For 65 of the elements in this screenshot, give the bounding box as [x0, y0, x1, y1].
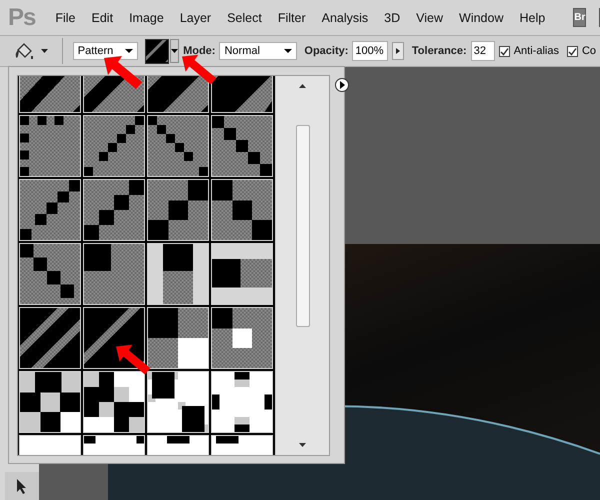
- pattern-swatch[interactable]: [83, 307, 145, 369]
- pattern-swatch[interactable]: [147, 115, 209, 177]
- checkbox-label: Co: [582, 45, 596, 57]
- menu-item[interactable]: File: [49, 10, 86, 24]
- pattern-swatch[interactable]: [211, 179, 273, 241]
- menu-item[interactable]: Select: [221, 10, 272, 24]
- menu-item[interactable]: Layer: [174, 10, 222, 24]
- arrow-right-icon: [396, 48, 400, 54]
- arrow-right-icon: [338, 81, 346, 89]
- scroll-thumb[interactable]: [296, 124, 310, 326]
- pointer-arrow: [116, 344, 152, 376]
- caret-icon: [41, 49, 48, 53]
- pattern-swatch[interactable]: [211, 371, 273, 433]
- tolerance-label: Tolerance:: [412, 45, 467, 57]
- paint-bucket-icon: [14, 41, 36, 61]
- pointer-icon[interactable]: [15, 478, 29, 496]
- pattern-swatch[interactable]: [147, 243, 209, 305]
- scroll-down-icon[interactable]: [299, 443, 306, 447]
- menu-item[interactable]: View: [410, 10, 454, 24]
- pattern-swatch[interactable]: [19, 179, 81, 241]
- mode-dropdown[interactable]: Normal: [219, 42, 298, 60]
- checkbox[interactable]: [498, 46, 510, 56]
- pattern-swatch[interactable]: [83, 371, 145, 433]
- menu-item[interactable]: 3D: [378, 10, 410, 24]
- checkbox[interactable]: [566, 46, 578, 56]
- pattern-swatch[interactable]: [19, 243, 81, 305]
- tool-preset-picker[interactable]: [14, 41, 48, 61]
- pointer-arrow: [104, 56, 144, 90]
- pattern-swatch[interactable]: [19, 115, 81, 177]
- pattern-swatch[interactable]: [147, 371, 209, 433]
- opacity-label: Opacity:: [304, 45, 348, 57]
- menu-item[interactable]: Image: [123, 10, 174, 24]
- menu-item[interactable]: Help: [514, 10, 556, 24]
- opacity-slider-button[interactable]: [392, 42, 404, 60]
- caret-icon: [171, 49, 178, 53]
- pattern-thumbnail: [146, 40, 168, 62]
- pattern-swatch[interactable]: [147, 307, 209, 369]
- fill-source-dropdown[interactable]: Pattern: [72, 42, 138, 60]
- bridge-button[interactable]: Br: [573, 8, 586, 27]
- opacity-field[interactable]: 100%: [352, 41, 388, 61]
- pattern-picker-button[interactable]: [170, 39, 180, 63]
- panel-menu-button[interactable]: [335, 78, 349, 92]
- caret-icon: [284, 49, 292, 53]
- pattern-swatch[interactable]: [83, 115, 145, 177]
- pattern-swatch[interactable]: [83, 179, 145, 241]
- menu-item[interactable]: Analysis: [316, 10, 378, 24]
- checkbox-label: Anti-alias: [514, 45, 559, 57]
- pattern-swatch[interactable]: [145, 38, 170, 64]
- menu-item[interactable]: Window: [453, 10, 514, 24]
- pattern-swatch[interactable]: [211, 307, 273, 369]
- pattern-swatch[interactable]: [83, 243, 145, 305]
- pattern-swatch[interactable]: [211, 115, 273, 177]
- tolerance-field[interactable]: 32: [470, 41, 495, 61]
- caret-icon: [125, 49, 134, 53]
- scrollbar[interactable]: [275, 76, 329, 455]
- pattern-swatch[interactable]: [19, 307, 81, 369]
- menu-item[interactable]: Edit: [86, 10, 124, 24]
- mode-label: Mode:: [183, 45, 216, 57]
- menu-item[interactable]: Filter: [272, 10, 316, 24]
- pattern-swatch[interactable]: [211, 243, 273, 305]
- pointer-arrow: [182, 54, 218, 86]
- app-logo: Ps: [7, 4, 36, 32]
- pattern-swatch[interactable]: [147, 179, 209, 241]
- pattern-swatch[interactable]: [19, 371, 81, 433]
- scroll-up-icon[interactable]: [299, 84, 306, 88]
